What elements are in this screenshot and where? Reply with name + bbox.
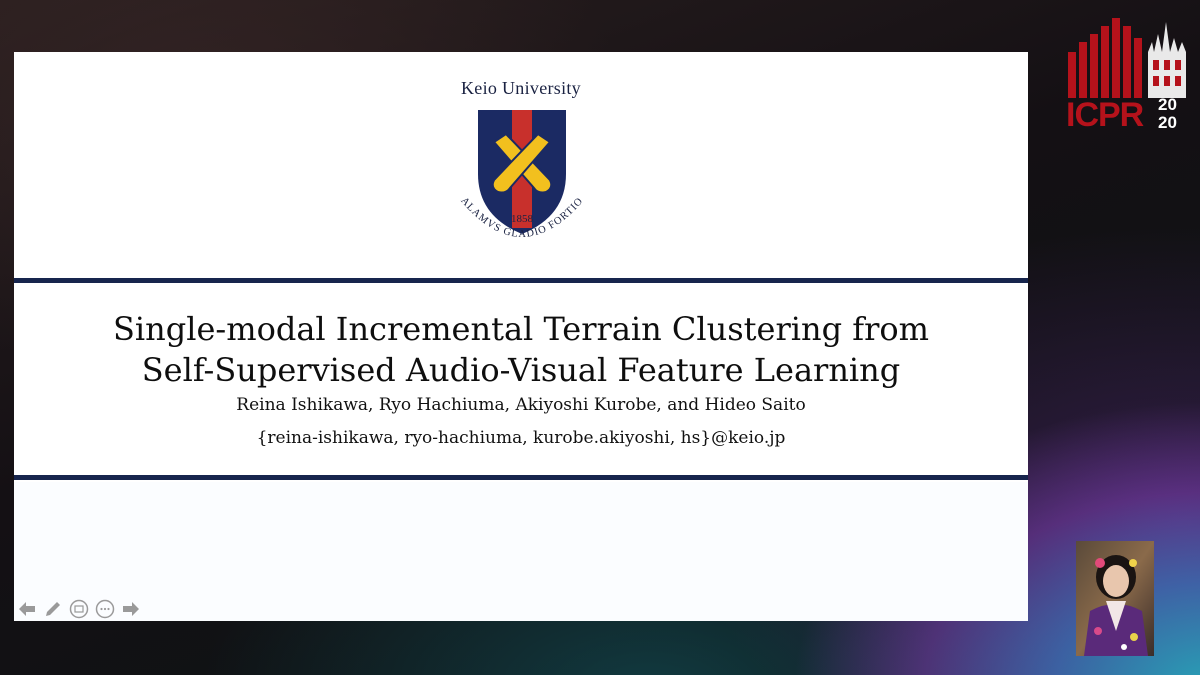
bottom-rule bbox=[14, 475, 1028, 480]
pen-tool-button[interactable] bbox=[42, 598, 64, 620]
presentation-slide: Keio University 1858 CALAMVS GLADIO FORT… bbox=[14, 52, 1028, 621]
icpr-year-top: 20 bbox=[1158, 95, 1177, 114]
more-options-icon bbox=[95, 599, 115, 619]
next-arrow-icon bbox=[123, 602, 139, 616]
slide-footer-band bbox=[14, 482, 1028, 621]
more-options-button[interactable] bbox=[94, 598, 116, 620]
icpr-year-bottom: 20 bbox=[1158, 113, 1177, 132]
university-name: Keio University bbox=[461, 78, 581, 98]
top-rule bbox=[14, 278, 1028, 283]
speaker-portrait bbox=[1076, 541, 1154, 656]
slide-title: Single-modal Incremental Terrain Cluster… bbox=[14, 309, 1028, 391]
slide-toolbar bbox=[16, 598, 142, 620]
icpr-wordmark: ICPR bbox=[1066, 96, 1144, 132]
icpr-2020-logo: ICPR 20 20 bbox=[1066, 18, 1186, 132]
keio-crest-logo: 1858 CALAMVS GLADIO FORTIOR bbox=[442, 104, 585, 240]
slide-grid-icon bbox=[69, 599, 89, 619]
author-list: Reina Ishikawa, Ryo Hachiuma, Akiyoshi K… bbox=[236, 395, 806, 415]
crest-year: 1858 bbox=[511, 213, 534, 225]
pen-icon bbox=[46, 602, 60, 616]
author-emails: {reina-ishikawa, ryo-hachiuma, kurobe.ak… bbox=[256, 428, 786, 448]
icpr-skyline bbox=[1068, 18, 1142, 98]
title-line-2: Self-Supervised Audio-Visual Feature Lea… bbox=[141, 351, 901, 389]
next-slide-button[interactable] bbox=[120, 598, 142, 620]
title-line-1: Single-modal Incremental Terrain Cluster… bbox=[112, 310, 930, 348]
previous-arrow-icon bbox=[19, 602, 35, 616]
cathedral-silhouette-icon bbox=[1148, 22, 1186, 98]
previous-slide-button[interactable] bbox=[16, 598, 38, 620]
slide-overview-button[interactable] bbox=[68, 598, 90, 620]
speaker-video-thumbnail[interactable] bbox=[1076, 541, 1154, 656]
